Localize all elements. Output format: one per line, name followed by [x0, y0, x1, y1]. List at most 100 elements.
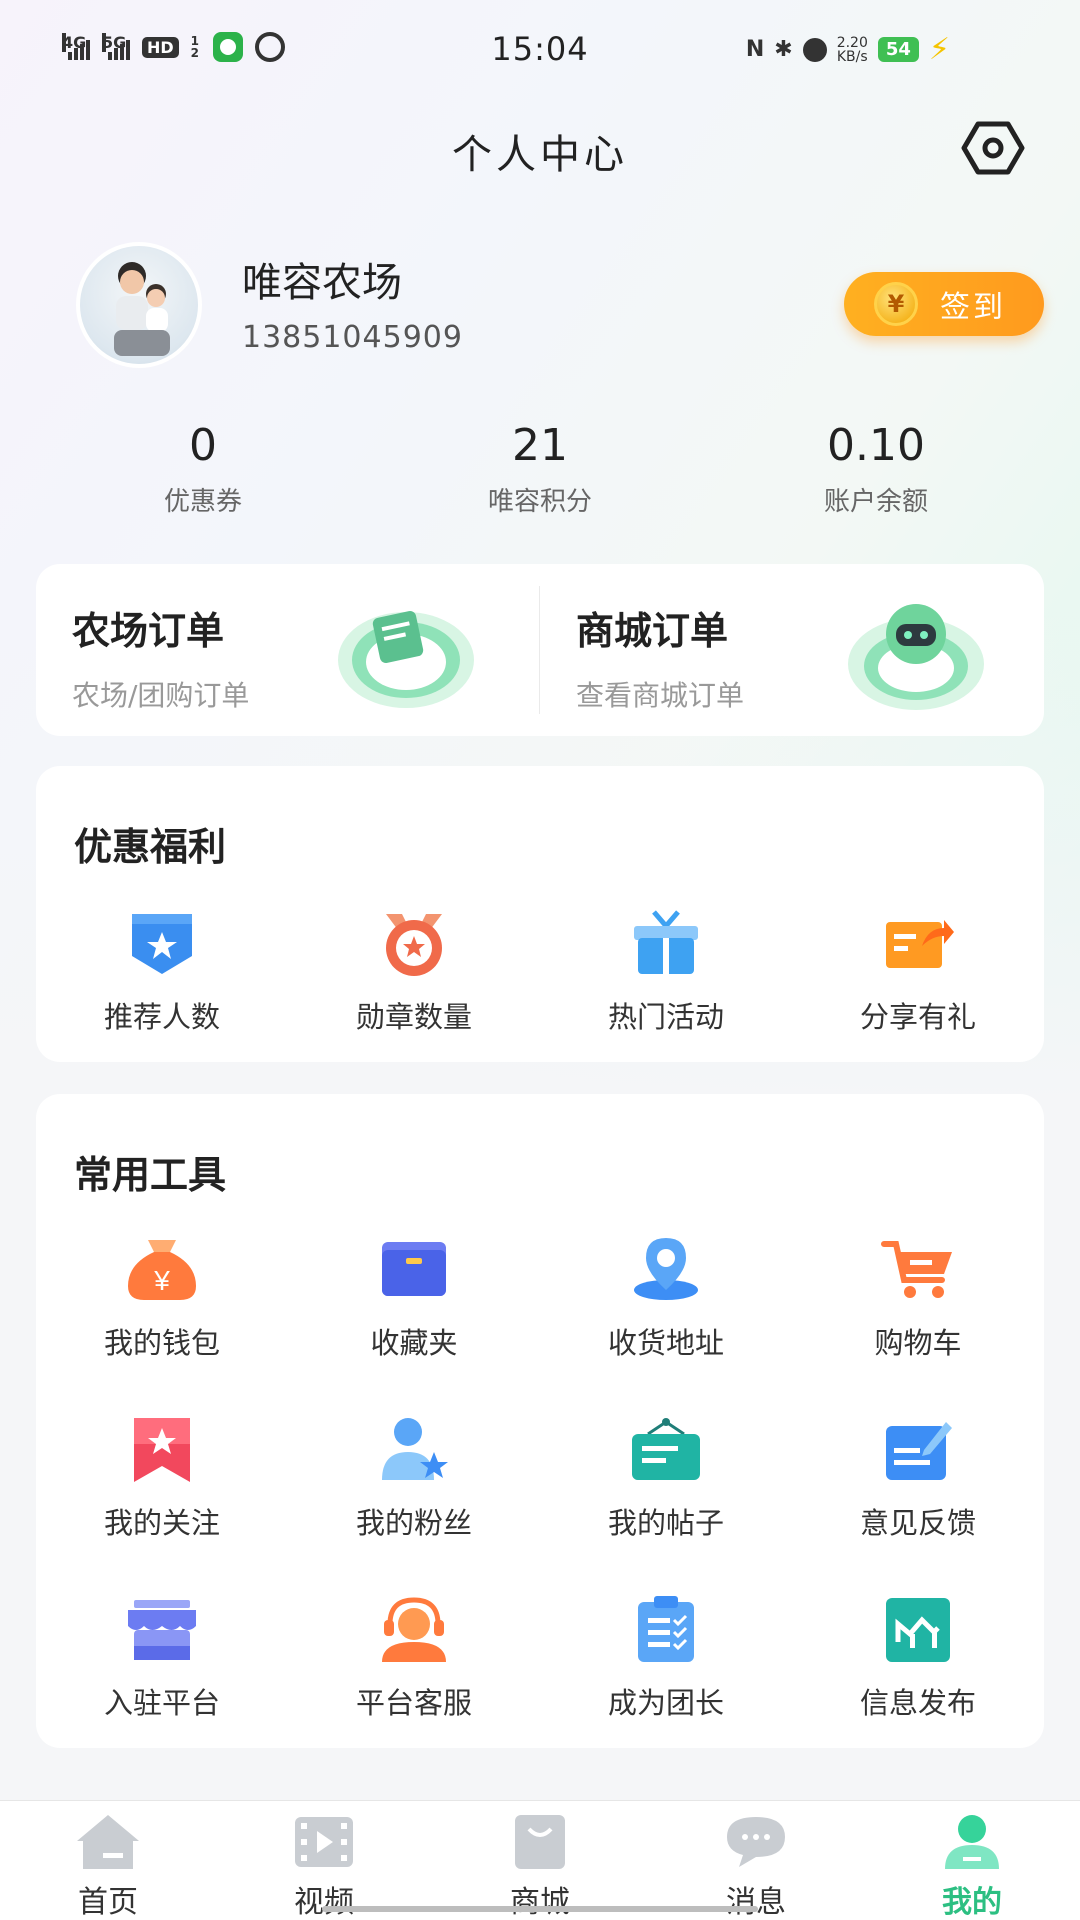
tools-card: 常用工具 ¥ 我的钱包 收藏夹 收货地址 购物车 我的关注 我的粉丝 我的帖子 … [36, 1094, 1044, 1748]
tab-video[interactable]: 视频 [216, 1801, 432, 1920]
benefit-item[interactable]: 勋章数量 [288, 908, 540, 1036]
stat-value: 21 [512, 420, 568, 471]
folder-icon [376, 1234, 452, 1306]
tool-label: 我的关注 [103, 1506, 220, 1540]
tool-label: 我的帖子 [607, 1506, 724, 1540]
medal-icon [376, 908, 452, 980]
shop-bag-icon [505, 1811, 575, 1873]
network-speed-unit: KB/s [836, 48, 868, 65]
cart-icon [880, 1234, 956, 1306]
tool-label: 意见反馈 [859, 1506, 976, 1540]
coin-icon: ¥ [874, 282, 918, 326]
nfc-icon: N [745, 37, 765, 62]
tab-messages[interactable]: 消息 [648, 1801, 864, 1920]
message-icon [721, 1811, 791, 1873]
tab-label: 视频 [294, 1885, 354, 1920]
tab-label: 首页 [78, 1885, 138, 1920]
tab-shop[interactable]: 商城 [432, 1801, 648, 1920]
charging-icon: ⚡ [928, 32, 950, 67]
order-subtitle: 查看商城订单 [576, 679, 745, 712]
tool-label: 信息发布 [859, 1686, 976, 1720]
share-icon [880, 908, 956, 980]
tool-item[interactable]: 我的粉丝 [288, 1414, 540, 1542]
mall-order-robot-icon [838, 590, 988, 714]
checkin-label: 签到 [940, 290, 1006, 325]
tool-item[interactable]: ¥ 我的钱包 [36, 1234, 288, 1362]
farm-order-illustration-icon [328, 590, 478, 714]
benefit-item[interactable]: 推荐人数 [36, 908, 288, 1036]
tool-item[interactable]: 收货地址 [540, 1234, 792, 1362]
tool-item[interactable]: 信息发布 [792, 1594, 1044, 1722]
stat-label: 账户余额 [823, 487, 928, 517]
network-speed: 2.20 KB/s [837, 36, 868, 64]
tool-item[interactable]: 入驻平台 [36, 1594, 288, 1722]
tools-title: 常用工具 [74, 1153, 227, 1197]
tool-item[interactable]: 我的关注 [36, 1414, 288, 1542]
clipboard-list-icon [628, 1594, 704, 1666]
benefit-item[interactable]: 分享有礼 [792, 908, 1044, 1036]
shield-star-icon [124, 908, 200, 980]
mall-order-entry[interactable]: 商城订单 查看商城订单 [540, 564, 1044, 736]
post-icon [628, 1414, 704, 1486]
benefit-label: 分享有礼 [859, 1000, 976, 1034]
order-title: 商城订单 [576, 609, 729, 653]
alarm-icon [802, 37, 827, 62]
tool-label: 收货地址 [607, 1326, 724, 1360]
stat-label: 唯容积分 [487, 487, 592, 517]
bottom-tab-bar: 首页 视频 商城 消息 我的 [0, 1800, 1080, 1920]
customer-service-icon [376, 1594, 452, 1666]
benefit-label: 勋章数量 [355, 1000, 472, 1034]
tab-label: 我的 [942, 1885, 1002, 1920]
store-icon [124, 1594, 200, 1666]
user-star-icon [376, 1414, 452, 1486]
stat-coupons[interactable]: 0 优惠券 [73, 420, 333, 518]
stat-value: 0.10 [827, 420, 925, 471]
tool-label: 我的粉丝 [355, 1506, 472, 1540]
tool-item[interactable]: 意见反馈 [792, 1414, 1044, 1542]
tab-profile[interactable]: 我的 [864, 1801, 1080, 1920]
tool-label: 我的钱包 [103, 1326, 220, 1360]
home-icon [73, 1811, 143, 1873]
tool-item[interactable]: 成为团长 [540, 1594, 792, 1722]
stats-row: 0 优惠券 21 唯容积分 0.10 账户余额 [0, 420, 1080, 530]
stat-value: 0 [189, 420, 217, 471]
wallet-bag-icon: ¥ [124, 1234, 200, 1306]
orders-card: 农场订单 农场/团购订单 商城订单 查看商城订单 [36, 564, 1044, 736]
tool-label: 平台客服 [355, 1686, 472, 1720]
stat-points[interactable]: 21 唯容积分 [410, 420, 670, 518]
checkin-button[interactable]: ¥ 签到 [844, 272, 1044, 336]
user-name: 唯容农场 [242, 260, 402, 306]
tool-label: 成为团长 [607, 1686, 724, 1720]
tool-item[interactable]: 我的帖子 [540, 1414, 792, 1542]
tool-label: 入驻平台 [103, 1686, 220, 1720]
benefit-label: 热门活动 [607, 1000, 724, 1034]
settings-icon[interactable] [960, 118, 1026, 178]
benefit-item[interactable]: 热门活动 [540, 908, 792, 1036]
tool-item[interactable]: 购物车 [792, 1234, 1044, 1362]
benefits-title: 优惠福利 [74, 825, 227, 869]
feedback-edit-icon [880, 1414, 956, 1486]
location-pin-icon [628, 1234, 704, 1306]
tool-item[interactable]: 收藏夹 [288, 1234, 540, 1362]
bluetooth-icon: ✱ [774, 37, 793, 62]
avatar[interactable] [76, 242, 202, 368]
farm-order-entry[interactable]: 农场订单 农场/团购订单 [36, 564, 540, 736]
page-title: 个人中心 [452, 132, 628, 178]
profile-icon [937, 1811, 1007, 1873]
tab-label: 商城 [510, 1885, 570, 1920]
battery-icon: 54 [877, 37, 919, 62]
tool-item[interactable]: 平台客服 [288, 1594, 540, 1722]
order-subtitle: 农场/团购订单 [72, 679, 250, 712]
tool-label: 收藏夹 [370, 1326, 458, 1360]
tool-label: 购物车 [874, 1326, 962, 1360]
order-title: 农场订单 [72, 609, 225, 653]
stat-balance[interactable]: 0.10 账户余额 [746, 420, 1006, 518]
video-icon [289, 1811, 359, 1873]
stat-label: 优惠券 [163, 487, 242, 517]
tab-home[interactable]: 首页 [0, 1801, 216, 1920]
status-bar: 4G 5G HD 1 2 15:04 N ✱ 2.20 KB/s 54 ⚡ [0, 20, 1080, 80]
home-indicator[interactable] [322, 1906, 758, 1912]
status-right: N ✱ 2.20 KB/s 54 ⚡ [746, 32, 950, 67]
gift-icon [628, 908, 704, 980]
tab-label: 消息 [726, 1885, 786, 1920]
